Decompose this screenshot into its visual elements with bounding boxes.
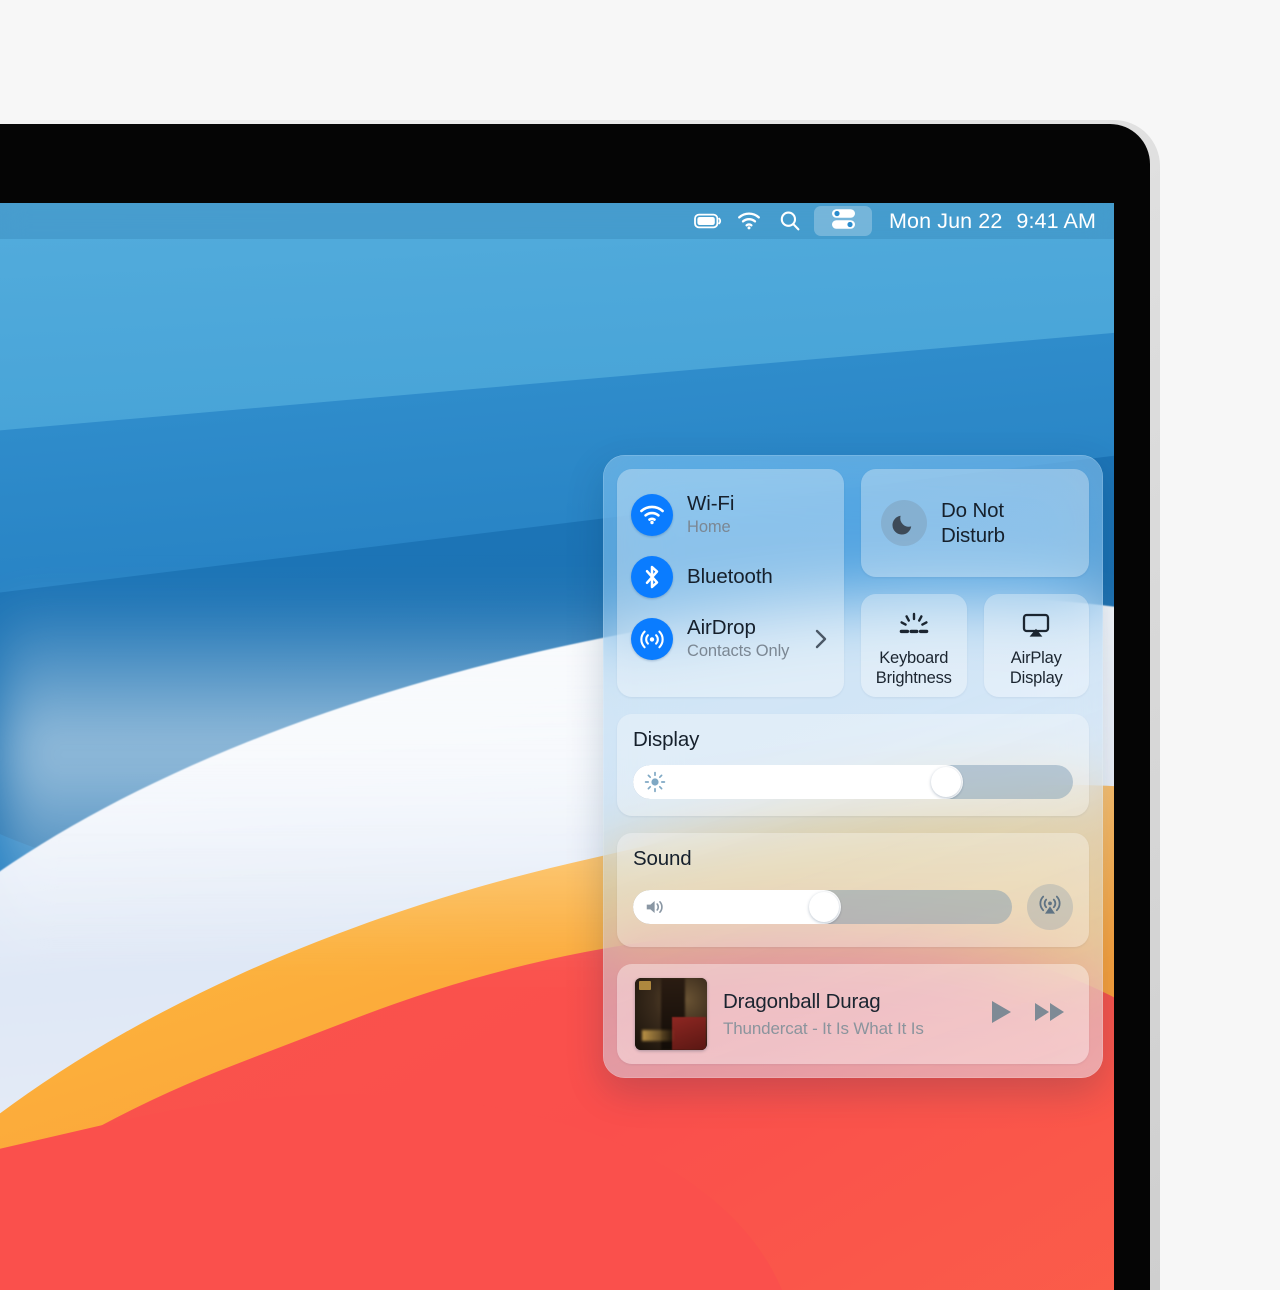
brightness-icon bbox=[644, 771, 666, 793]
keyboard-brightness-tile[interactable]: Keyboard Brightness bbox=[861, 594, 967, 697]
album-artwork bbox=[635, 978, 707, 1050]
now-playing-text: Dragonball Durag Thundercat - It Is What… bbox=[723, 989, 988, 1039]
chevron-right-icon[interactable] bbox=[814, 628, 828, 650]
do-not-disturb-label: Do Not Disturb bbox=[941, 498, 1005, 548]
screenshot-stage: Mon Jun 22 9:41 AM Wi-Fi Home Bluetooth … bbox=[0, 0, 1280, 1290]
playback-controls bbox=[988, 998, 1071, 1031]
airdrop-icon bbox=[631, 618, 673, 660]
airplay-display-tile[interactable]: AirPlay Display bbox=[983, 594, 1089, 697]
kb-line-2: Brightness bbox=[875, 669, 952, 687]
airplay-audio-icon bbox=[1036, 891, 1064, 924]
airdrop-labels: AirDrop Contacts Only bbox=[687, 616, 789, 662]
airplay-display-icon bbox=[1019, 606, 1053, 640]
keyboard-brightness-label: Keyboard Brightness bbox=[876, 649, 952, 689]
battery-icon bbox=[693, 209, 723, 233]
sound-slider-wrap bbox=[633, 884, 1073, 930]
connectivity-group: Wi-Fi Home Bluetooth AirDrop Contacts On… bbox=[617, 469, 844, 697]
forward-button[interactable] bbox=[1033, 998, 1067, 1031]
wifi-labels: Wi-Fi Home bbox=[687, 492, 734, 538]
menu-bar-search[interactable] bbox=[775, 209, 805, 233]
wifi-icon bbox=[631, 494, 673, 536]
menu-bar-date: Mon Jun 22 bbox=[889, 208, 1003, 233]
airdrop-title: AirDrop bbox=[687, 616, 756, 639]
dnd-line-2: Disturb bbox=[941, 524, 1005, 547]
macbook-screen: Mon Jun 22 9:41 AM Wi-Fi Home Bluetooth … bbox=[0, 203, 1114, 1290]
wifi-title: Wi-Fi bbox=[687, 492, 735, 515]
volume-icon bbox=[644, 896, 666, 918]
airdrop-row[interactable]: AirDrop Contacts Only bbox=[617, 608, 844, 670]
display-slider[interactable] bbox=[633, 765, 1073, 799]
search-icon bbox=[775, 209, 805, 233]
now-playing-card: Dragonball Durag Thundercat - It Is What… bbox=[617, 964, 1089, 1064]
moon-icon bbox=[881, 500, 927, 546]
do-not-disturb-tile[interactable]: Do Not Disturb bbox=[861, 469, 1089, 577]
display-slider-wrap bbox=[633, 765, 1073, 799]
sound-slider[interactable] bbox=[633, 890, 1012, 924]
display-slider-fill bbox=[633, 765, 963, 799]
control-center-top-row: Wi-Fi Home Bluetooth AirDrop Contacts On… bbox=[617, 469, 1089, 697]
dnd-line-1: Do Not bbox=[941, 499, 1004, 522]
wifi-row[interactable]: Wi-Fi Home bbox=[617, 484, 844, 546]
bluetooth-labels: Bluetooth bbox=[687, 565, 773, 589]
ap-line-2: Display bbox=[1009, 669, 1063, 687]
menu-bar: Mon Jun 22 9:41 AM bbox=[0, 203, 1114, 239]
modes-column: Do Not Disturb Keyboard Brightness AirPl… bbox=[861, 469, 1089, 697]
keyboard-brightness-icon bbox=[897, 606, 931, 640]
mini-tiles-row: Keyboard Brightness AirPlay Display bbox=[861, 594, 1089, 697]
sound-card: Sound bbox=[617, 833, 1089, 947]
sound-title: Sound bbox=[633, 847, 692, 870]
control-center-icon bbox=[830, 207, 857, 236]
play-button[interactable] bbox=[988, 998, 1014, 1031]
bluetooth-row[interactable]: Bluetooth bbox=[617, 546, 844, 608]
kb-line-1: Keyboard bbox=[879, 649, 949, 668]
track-artist-album: Thundercat - It Is What It Is bbox=[723, 1018, 924, 1038]
bluetooth-icon bbox=[631, 556, 673, 598]
menu-bar-clock: 9:41 AM bbox=[1016, 208, 1096, 233]
sound-slider-knob[interactable] bbox=[809, 892, 840, 922]
play-icon bbox=[988, 998, 1014, 1031]
airplay-display-label: AirPlay Display bbox=[1010, 649, 1063, 689]
wifi-icon bbox=[734, 209, 764, 233]
bluetooth-title: Bluetooth bbox=[687, 564, 773, 588]
wifi-subtitle: Home bbox=[687, 518, 731, 537]
menu-bar-wifi[interactable] bbox=[734, 209, 764, 233]
menu-bar-battery[interactable] bbox=[693, 209, 723, 233]
display-slider-knob[interactable] bbox=[931, 767, 961, 797]
menu-bar-control-center-button[interactable] bbox=[814, 206, 873, 236]
ap-line-1: AirPlay bbox=[1010, 649, 1062, 668]
track-title: Dragonball Durag bbox=[723, 990, 881, 1014]
display-title: Display bbox=[633, 728, 700, 751]
fast-forward-icon bbox=[1033, 998, 1067, 1031]
airdrop-subtitle: Contacts Only bbox=[687, 642, 790, 661]
control-center-panel: Wi-Fi Home Bluetooth AirDrop Contacts On… bbox=[603, 455, 1103, 1078]
display-card: Display bbox=[617, 714, 1089, 816]
sound-output-button[interactable] bbox=[1027, 884, 1073, 930]
